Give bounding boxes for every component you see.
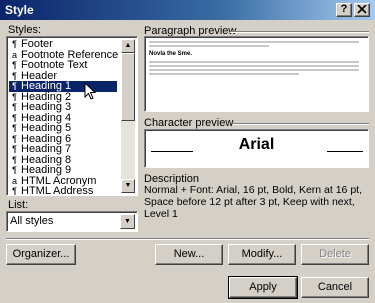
- paragraph-style-icon: ¶: [12, 70, 17, 81]
- cancel-button[interactable]: Cancel: [301, 277, 369, 298]
- character-preview-sample: Arial: [238, 136, 275, 153]
- list-filter-value: All styles: [10, 215, 54, 227]
- list-item[interactable]: ¶ Heading 5: [9, 123, 117, 134]
- preview-text-line: [149, 69, 359, 71]
- chevron-down-icon[interactable]: ▼: [120, 214, 135, 229]
- close-icon: [357, 4, 367, 14]
- list-item[interactable]: ¶ Heading 1: [9, 81, 117, 92]
- list-item[interactable]: ¶ Footnote Text: [9, 60, 117, 71]
- scroll-thumb[interactable]: [121, 53, 135, 121]
- styles-label: Styles:: [8, 24, 42, 36]
- preview-text-line: [149, 65, 359, 67]
- scroll-down-button[interactable]: ▼: [121, 179, 135, 193]
- character-preview-label: Character preview: [144, 117, 234, 129]
- new-button[interactable]: New...: [155, 244, 223, 265]
- paragraph-style-icon: ¶: [12, 60, 17, 70]
- list-item-label: HTML Address: [21, 185, 94, 197]
- paragraph-style-icon: ¶: [12, 81, 17, 91]
- apply-button[interactable]: Apply: [228, 276, 298, 299]
- list-item[interactable]: ¶ Heading 9: [9, 165, 117, 176]
- styles-list[interactable]: ¶ Footer a Footnote Reference ¶ Footnote Text…: [6, 36, 138, 197]
- styles-scrollbar[interactable]: ▲ ▼: [121, 39, 135, 193]
- paragraph-style-icon: ¶: [12, 91, 17, 102]
- title-bar: Style ?: [0, 0, 375, 20]
- list-item[interactable]: ¶ Footer: [9, 39, 117, 50]
- paragraph-style-icon: ¶: [12, 154, 17, 165]
- preview-heading-sample: Novla the Sme.: [149, 51, 193, 57]
- organizer-button[interactable]: Organizer...: [6, 244, 76, 265]
- list-item[interactable]: ¶ Heading 7: [9, 144, 117, 155]
- close-button[interactable]: [354, 3, 370, 17]
- styles-list-items: ¶ Footer a Footnote Reference ¶ Footnote Text…: [9, 39, 118, 197]
- preview-text-line: [149, 41, 359, 43]
- paragraph-style-icon: ¶: [12, 123, 17, 133]
- preview-text-line: [149, 61, 359, 63]
- list-item[interactable]: ¶ Heading 3: [9, 102, 117, 113]
- mouse-cursor-icon: [84, 82, 97, 100]
- paragraph-style-icon: ¶: [12, 39, 17, 49]
- delete-button: Delete: [301, 244, 369, 265]
- separator: [6, 238, 369, 240]
- preview-text-line: [149, 45, 269, 47]
- paragraph-style-icon: ¶: [12, 133, 17, 144]
- character-style-icon: a: [11, 175, 17, 186]
- paragraph-style-icon: ¶: [12, 144, 17, 154]
- paragraph-style-icon: ¶: [12, 102, 17, 112]
- scroll-up-button[interactable]: ▲: [121, 39, 135, 53]
- list-filter-select[interactable]: All styles ▼: [6, 211, 138, 232]
- preview-text-line: [149, 73, 299, 75]
- character-style-icon: a: [11, 49, 17, 60]
- divider: [233, 123, 369, 125]
- paragraph-style-icon: ¶: [12, 112, 17, 123]
- help-button[interactable]: ?: [336, 3, 352, 17]
- paragraph-preview-box: Novla the Sme.: [144, 36, 369, 112]
- list-item[interactable]: ¶ HTML Address: [9, 186, 117, 197]
- list-label: List:: [8, 199, 29, 211]
- description-text: Normal + Font: Arial, 16 pt, Bold, Kern …: [144, 184, 362, 220]
- paragraph-style-icon: ¶: [12, 186, 17, 196]
- paragraph-style-icon: ¶: [12, 165, 17, 175]
- modify-button[interactable]: Modify...: [228, 244, 296, 265]
- divider: [230, 31, 369, 33]
- window-title: Style: [5, 3, 34, 17]
- character-preview-box: Arial: [144, 129, 369, 168]
